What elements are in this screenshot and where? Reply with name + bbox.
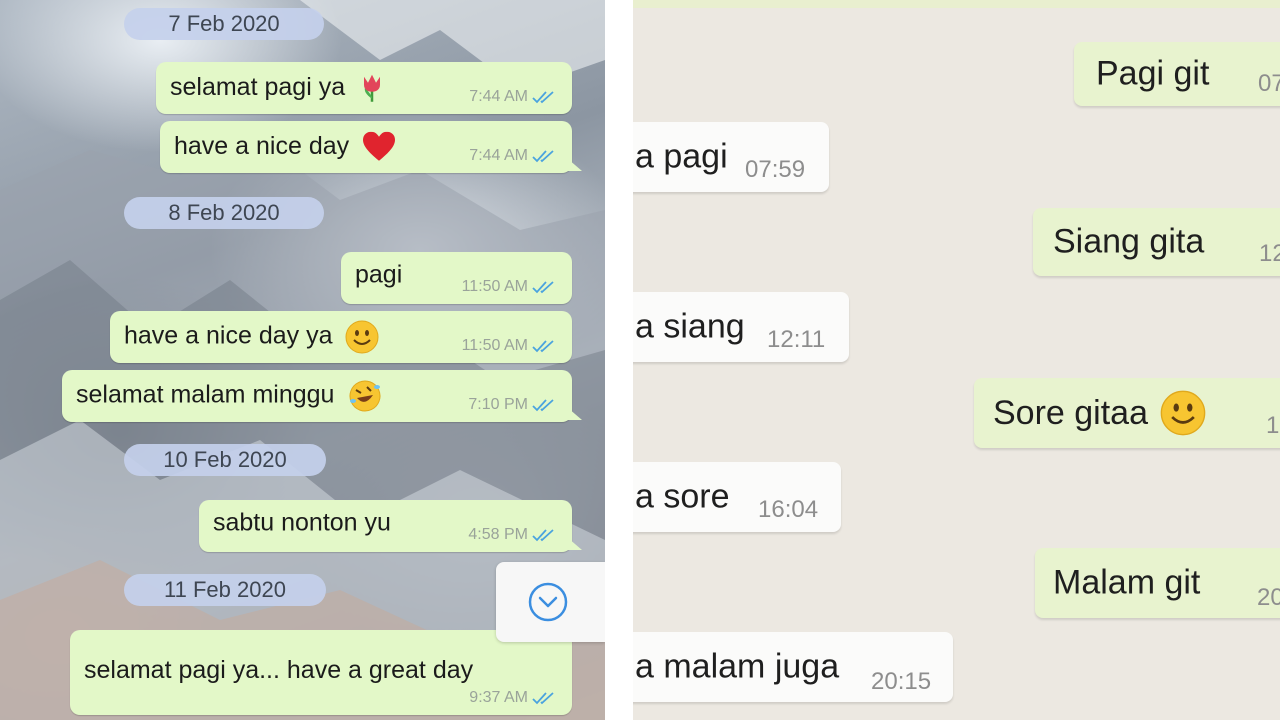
date-divider: 8 Feb 2020 bbox=[124, 197, 324, 229]
message-text: selamat malam minggu bbox=[76, 380, 335, 409]
date-divider: 11 Feb 2020 bbox=[124, 574, 326, 606]
message-time: 7:10 PM bbox=[468, 396, 528, 413]
message-time: 07 bbox=[1258, 70, 1280, 97]
message-bubble[interactable]: selamat pagi ya 7:44 AM bbox=[156, 62, 572, 114]
message-time: 12 bbox=[1259, 240, 1280, 267]
message-time: 11:50 AM bbox=[461, 278, 528, 295]
message-time: 20 bbox=[1257, 584, 1280, 611]
double-check-icon bbox=[532, 399, 554, 412]
message-text: a siang bbox=[635, 307, 745, 346]
message-time: 4:58 PM bbox=[468, 526, 528, 543]
message-time: 11:50 AM bbox=[461, 337, 528, 354]
outgoing-message-bubble[interactable]: Malam git 20 bbox=[1035, 548, 1280, 618]
message-bubble[interactable]: have a nice day 7:44 AM bbox=[160, 121, 582, 173]
message-time: 12:11 bbox=[767, 326, 826, 353]
message-text: a pagi bbox=[635, 137, 728, 176]
message-bubble[interactable]: selamat pagi ya... have a great day 9:37… bbox=[70, 630, 572, 715]
tulip-icon bbox=[364, 75, 381, 103]
incoming-message-bubble[interactable]: a pagi 07:59 bbox=[633, 122, 829, 192]
message-text: Siang gita bbox=[1053, 222, 1205, 261]
message-time: 7:44 AM bbox=[469, 147, 528, 164]
incoming-message-bubble[interactable]: a malam juga 20:15 bbox=[633, 632, 953, 702]
message-time: 20:15 bbox=[871, 668, 932, 695]
red-heart-icon bbox=[363, 132, 396, 162]
incoming-message-bubble[interactable]: a siang 12:11 bbox=[633, 292, 849, 362]
message-text: selamat pagi ya bbox=[170, 72, 346, 101]
message-time: 07:59 bbox=[745, 156, 806, 183]
message-time: 16:04 bbox=[758, 496, 819, 523]
double-check-icon bbox=[532, 91, 554, 104]
message-text: have a nice day bbox=[174, 131, 350, 160]
message-time: 9:37 AM bbox=[469, 689, 528, 706]
double-check-icon bbox=[532, 150, 554, 163]
date-divider: 10 Feb 2020 bbox=[124, 444, 326, 476]
right-chat-screenshot: Pagi git 07 a pagi 07:59 Siang gita 12 a… bbox=[633, 0, 1280, 720]
message-text: a sore bbox=[635, 477, 730, 516]
message-time: 7:44 AM bbox=[469, 88, 528, 105]
smiling-face-icon bbox=[1160, 390, 1206, 436]
chevron-down-circle-icon bbox=[528, 582, 568, 622]
message-text: a malam juga bbox=[635, 647, 840, 686]
message-time: 16 bbox=[1266, 412, 1280, 439]
double-check-icon bbox=[532, 529, 554, 542]
double-check-icon bbox=[532, 340, 554, 353]
smiling-face-icon bbox=[345, 320, 379, 354]
message-text: Malam git bbox=[1053, 563, 1201, 602]
scroll-down-button[interactable] bbox=[496, 562, 605, 642]
double-check-icon bbox=[532, 692, 554, 705]
left-chat-screenshot: 7 Feb 2020 8 Feb 2020 10 Feb 2020 11 Feb… bbox=[0, 0, 605, 720]
incoming-message-bubble[interactable]: a sore 16:04 bbox=[633, 462, 841, 532]
message-bubble[interactable]: sabtu nonton yu 4:58 PM bbox=[199, 500, 582, 552]
message-text: sabtu nonton yu bbox=[213, 508, 391, 537]
message-text: pagi bbox=[355, 260, 403, 289]
message-text: Sore gitaa bbox=[993, 393, 1148, 432]
message-bubble[interactable]: selamat malam minggu 7:10 PM bbox=[62, 370, 582, 422]
message-bubble[interactable]: have a nice day ya 11:50 AM bbox=[110, 311, 572, 363]
message-text: have a nice day ya bbox=[124, 321, 333, 350]
message-text: selamat pagi ya... have a great day bbox=[84, 656, 474, 684]
outgoing-message-bubble[interactable]: Sore gitaa 16 bbox=[974, 378, 1280, 448]
cropped-bubble-edge bbox=[633, 0, 1280, 8]
double-check-icon bbox=[532, 281, 554, 294]
panel-divider bbox=[605, 0, 633, 720]
outgoing-message-bubble[interactable]: Pagi git 07 bbox=[1074, 42, 1280, 106]
rolling-laughing-face-icon bbox=[349, 380, 381, 412]
message-bubble[interactable]: pagi 11:50 AM bbox=[341, 252, 572, 304]
message-text: Pagi git bbox=[1096, 54, 1210, 93]
outgoing-message-bubble[interactable]: Siang gita 12 bbox=[1033, 208, 1280, 276]
date-divider: 7 Feb 2020 bbox=[124, 8, 324, 40]
